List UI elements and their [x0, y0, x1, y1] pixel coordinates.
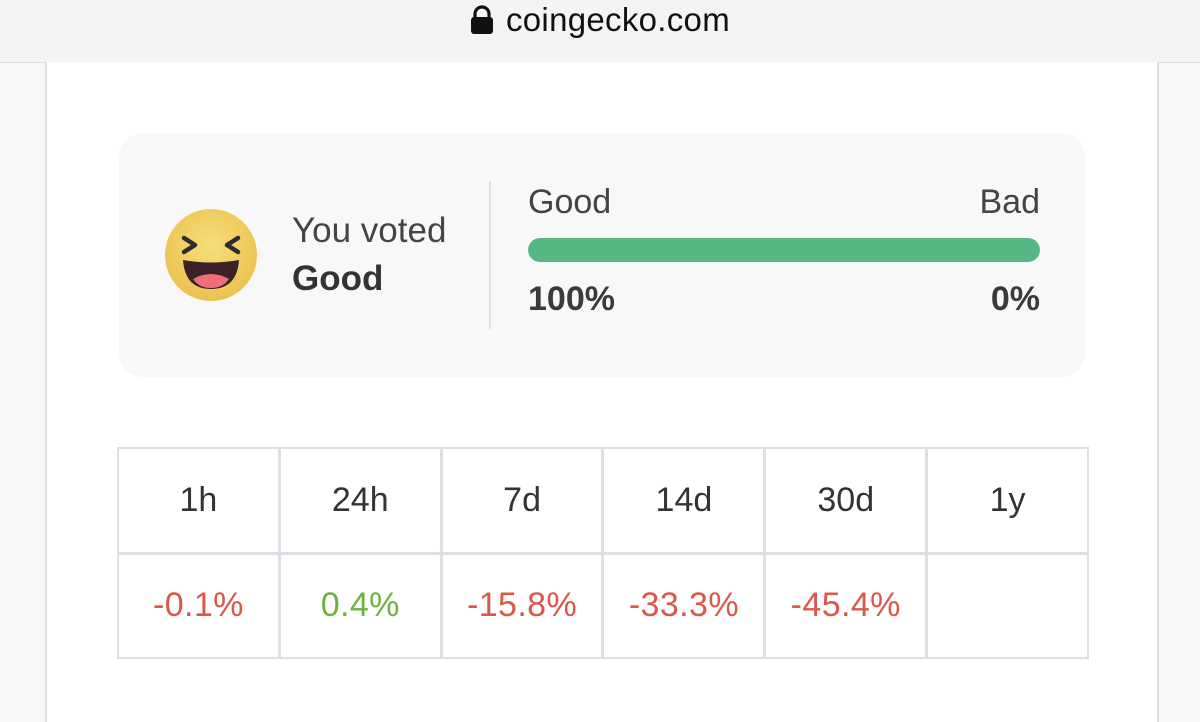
bad-percentage: 0%	[990, 280, 1040, 318]
table-header-cell: 7d	[442, 449, 602, 552]
price-change-cell	[928, 554, 1087, 657]
browser-url-bar[interactable]: coingecko.com	[0, 0, 1200, 63]
sentiment-progress-fill	[528, 238, 1040, 262]
url-display[interactable]: coingecko.com	[470, 1, 730, 39]
laughing-face-icon	[165, 209, 257, 301]
vote-status: You voted Good	[292, 209, 446, 305]
vote-status-label: You voted	[292, 211, 447, 250]
table-header-cell: 14d	[604, 449, 764, 552]
price-change-cell: -45.4%	[766, 554, 926, 657]
url-text: coingecko.com	[505, 1, 730, 38]
sentiment-meter: Good Bad 100% 0%	[528, 183, 1040, 333]
table-header-cell: 1h	[119, 449, 278, 552]
good-label: Good	[528, 183, 612, 221]
price-change-table: 1h 24h 7d 14d 30d 1y -0.1% 0.4% -15.8% -…	[117, 447, 1089, 659]
price-change-cell: -33.3%	[604, 554, 764, 657]
table-header-cell: 24h	[280, 449, 440, 552]
sentiment-progress-bar	[528, 238, 1040, 262]
coin-content-card: You voted Good Good Bad 100% 0% 1h 24h 7…	[45, 62, 1159, 722]
table-header-cell: 1y	[928, 449, 1087, 552]
lock-icon	[470, 5, 493, 34]
price-change-cell: -0.1%	[119, 554, 278, 657]
sentiment-vote-panel: You voted Good Good Bad 100% 0%	[119, 133, 1085, 377]
price-change-cell: -15.8%	[442, 554, 602, 657]
sentiment-percentages: 100% 0%	[528, 280, 1040, 319]
price-change-cell: 0.4%	[280, 554, 440, 657]
table-header-cell: 30d	[766, 449, 926, 552]
good-percentage: 100%	[528, 280, 615, 318]
vote-divider	[489, 181, 491, 329]
vote-status-value: Good	[292, 259, 384, 298]
bad-label: Bad	[979, 183, 1041, 221]
sentiment-labels: Good Bad	[528, 183, 1040, 222]
